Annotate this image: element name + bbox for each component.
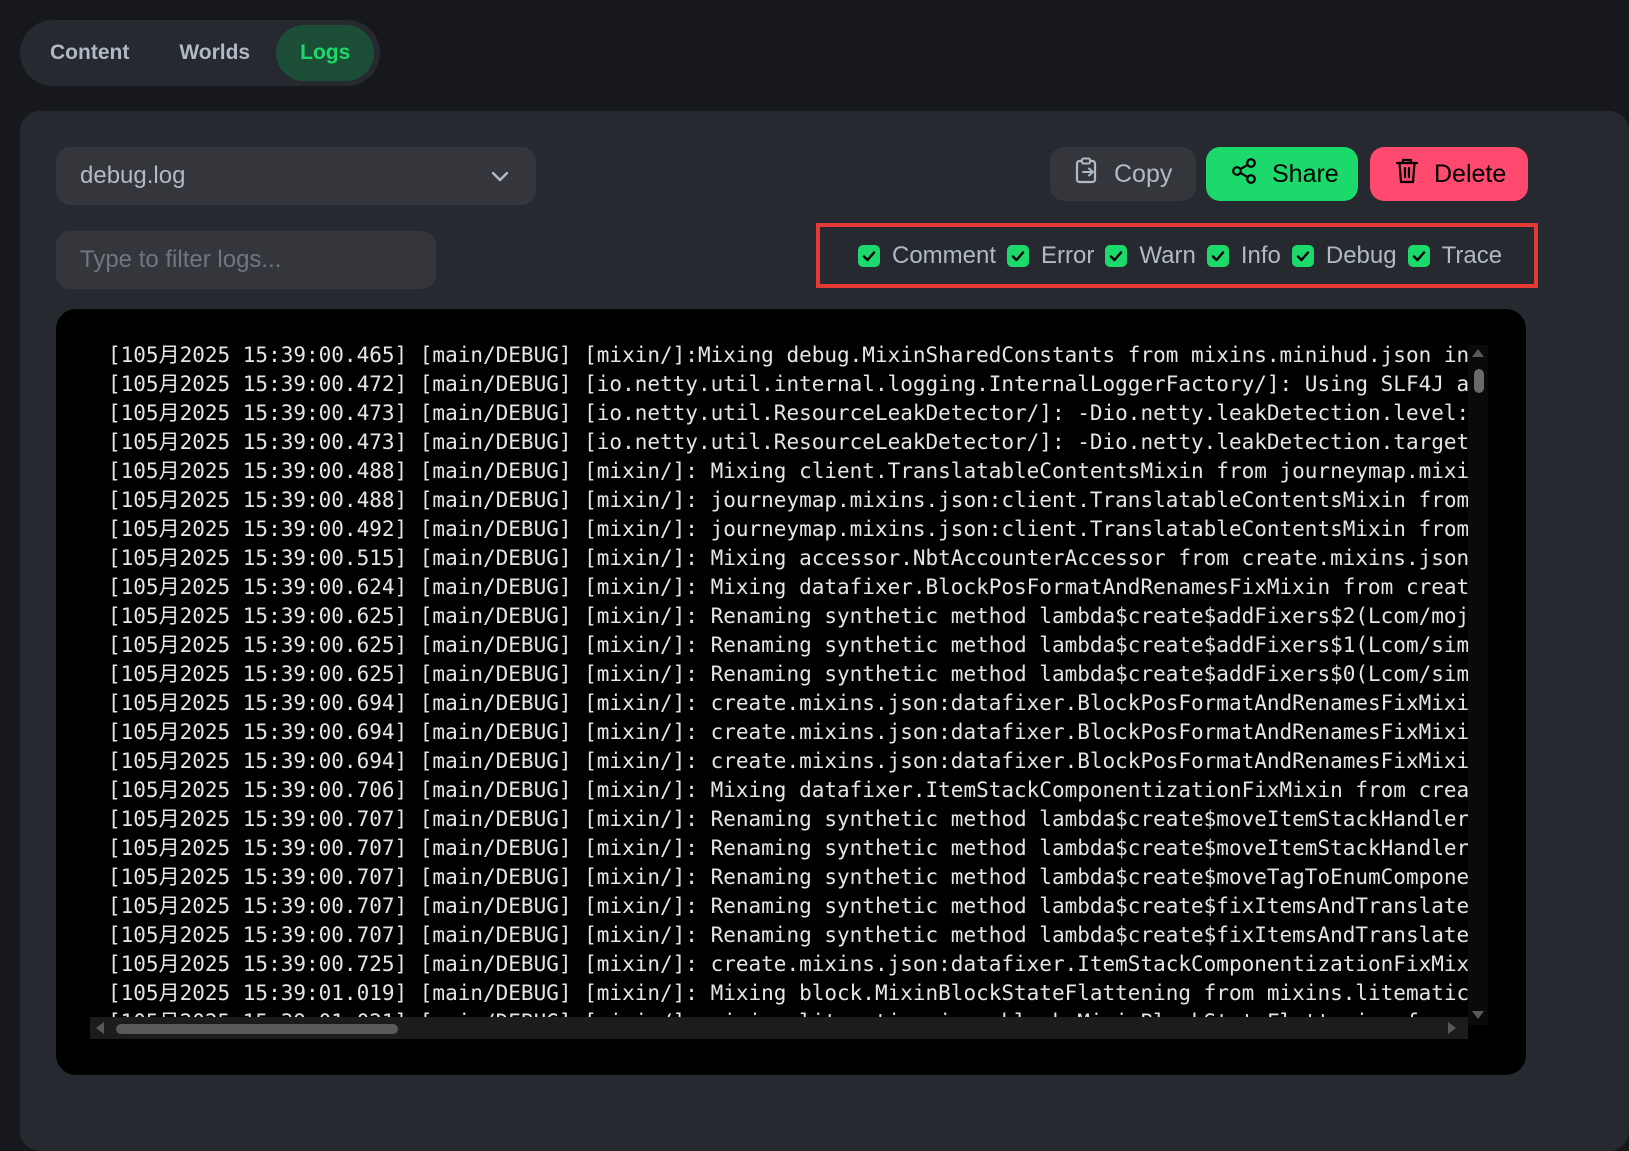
log-line: [105月2025 15:39:00.694] [main/DEBUG] [mi… (108, 749, 1468, 773)
log-line: [105月2025 15:39:01.021] [main/DEBUG] [mi… (108, 1008, 1468, 1017)
log-line: [105月2025 15:39:00.625] [main/DEBUG] [mi… (108, 662, 1468, 686)
log-line: [105月2025 15:39:00.515] [main/DEBUG] [mi… (108, 546, 1468, 570)
copy-button[interactable]: Copy (1050, 147, 1196, 201)
clipboard-icon (1074, 157, 1100, 192)
checkbox-checked-icon[interactable] (1105, 244, 1128, 267)
log-line: [105月2025 15:39:00.473] [main/DEBUG] [io… (108, 430, 1468, 454)
level-filter-label: Trace (1441, 241, 1503, 269)
checkbox-checked-icon[interactable] (1291, 244, 1314, 267)
logs-panel: debug.log Copy Share (20, 111, 1629, 1151)
checkbox-checked-icon[interactable] (1206, 244, 1229, 267)
level-filter-label: Error (1041, 241, 1095, 269)
log-filter-input[interactable] (56, 231, 436, 289)
log-line: [105月2025 15:39:00.625] [main/DEBUG] [mi… (108, 604, 1468, 628)
log-level-filters: Comment Error Warn Info Debug Trace (816, 223, 1538, 288)
vertical-scrollbar[interactable] (1468, 345, 1488, 1025)
tab-bar: Content Worlds Logs (20, 20, 381, 86)
level-filter-label: Comment (892, 241, 997, 269)
log-line: [105月2025 15:39:00.488] [main/DEBUG] [mi… (108, 459, 1468, 483)
level-filter-warn[interactable]: Warn (1105, 241, 1196, 270)
level-filter-info[interactable]: Info (1206, 241, 1281, 270)
log-line: [105月2025 15:39:00.707] [main/DEBUG] [mi… (108, 894, 1468, 918)
trash-icon (1394, 157, 1420, 192)
log-line: [105月2025 15:39:00.725] [main/DEBUG] [mi… (108, 952, 1468, 976)
delete-button[interactable]: Delete (1370, 147, 1528, 201)
checkbox-checked-icon[interactable] (1007, 244, 1030, 267)
log-file-select-value: debug.log (80, 162, 186, 189)
chevron-down-icon (490, 162, 510, 190)
log-line: [105月2025 15:39:00.706] [main/DEBUG] [mi… (108, 778, 1468, 802)
tab-content[interactable]: Content (26, 25, 153, 81)
log-line: [105月2025 15:39:00.624] [main/DEBUG] [mi… (108, 575, 1468, 599)
scroll-right-arrow-icon[interactable] (1448, 1022, 1456, 1034)
log-line: [105月2025 15:39:00.694] [main/DEBUG] [mi… (108, 720, 1468, 744)
level-filter-debug[interactable]: Debug (1291, 241, 1397, 270)
log-line: [105月2025 15:39:00.707] [main/DEBUG] [mi… (108, 807, 1468, 831)
share-icon (1230, 157, 1258, 192)
checkbox-checked-icon[interactable] (858, 244, 880, 267)
log-line: [105月2025 15:39:00.472] [main/DEBUG] [io… (108, 372, 1468, 396)
level-filter-comment[interactable]: Comment (858, 242, 996, 270)
share-button-label: Share (1272, 159, 1339, 188)
checkbox-checked-icon[interactable] (1407, 244, 1430, 267)
log-file-select[interactable]: debug.log (56, 147, 536, 205)
log-output: [105月2025 15:39:00.465] [main/DEBUG] [mi… (56, 309, 1526, 1075)
tab-worlds[interactable]: Worlds (155, 25, 274, 81)
log-line: [105月2025 15:39:00.707] [main/DEBUG] [mi… (108, 923, 1468, 947)
log-line: [105月2025 15:39:01.019] [main/DEBUG] [mi… (108, 981, 1468, 1005)
level-filter-error[interactable]: Error (1007, 242, 1094, 270)
copy-button-label: Copy (1114, 159, 1173, 188)
delete-button-label: Delete (1434, 159, 1507, 188)
share-button[interactable]: Share (1206, 147, 1358, 201)
vertical-scroll-thumb[interactable] (1474, 369, 1484, 393)
log-line: [105月2025 15:39:00.694] [main/DEBUG] [mi… (108, 691, 1468, 715)
log-lines[interactable]: [105月2025 15:39:00.465] [main/DEBUG] [mi… (108, 341, 1468, 1017)
level-filter-label: Info (1240, 241, 1281, 269)
tab-logs[interactable]: Logs (276, 25, 375, 81)
log-line: [105月2025 15:39:00.473] [main/DEBUG] [io… (108, 401, 1468, 425)
level-filter-label: Debug (1325, 241, 1397, 269)
horizontal-scroll-thumb[interactable] (116, 1024, 398, 1034)
scroll-left-arrow-icon[interactable] (96, 1022, 104, 1034)
level-filter-trace[interactable]: Trace (1407, 241, 1503, 270)
log-line: [105月2025 15:39:00.707] [main/DEBUG] [mi… (108, 836, 1468, 860)
log-line: [105月2025 15:39:00.488] [main/DEBUG] [mi… (108, 488, 1468, 512)
level-filter-label: Warn (1139, 241, 1196, 269)
scroll-down-arrow-icon[interactable] (1472, 1011, 1484, 1019)
horizontal-scrollbar[interactable] (90, 1017, 1468, 1039)
log-line: [105月2025 15:39:00.465] [main/DEBUG] [mi… (108, 343, 1468, 367)
log-line: [105月2025 15:39:00.492] [main/DEBUG] [mi… (108, 517, 1468, 541)
log-line: [105月2025 15:39:00.625] [main/DEBUG] [mi… (108, 633, 1468, 657)
scroll-up-arrow-icon[interactable] (1472, 349, 1484, 357)
log-line: [105月2025 15:39:00.707] [main/DEBUG] [mi… (108, 865, 1468, 889)
